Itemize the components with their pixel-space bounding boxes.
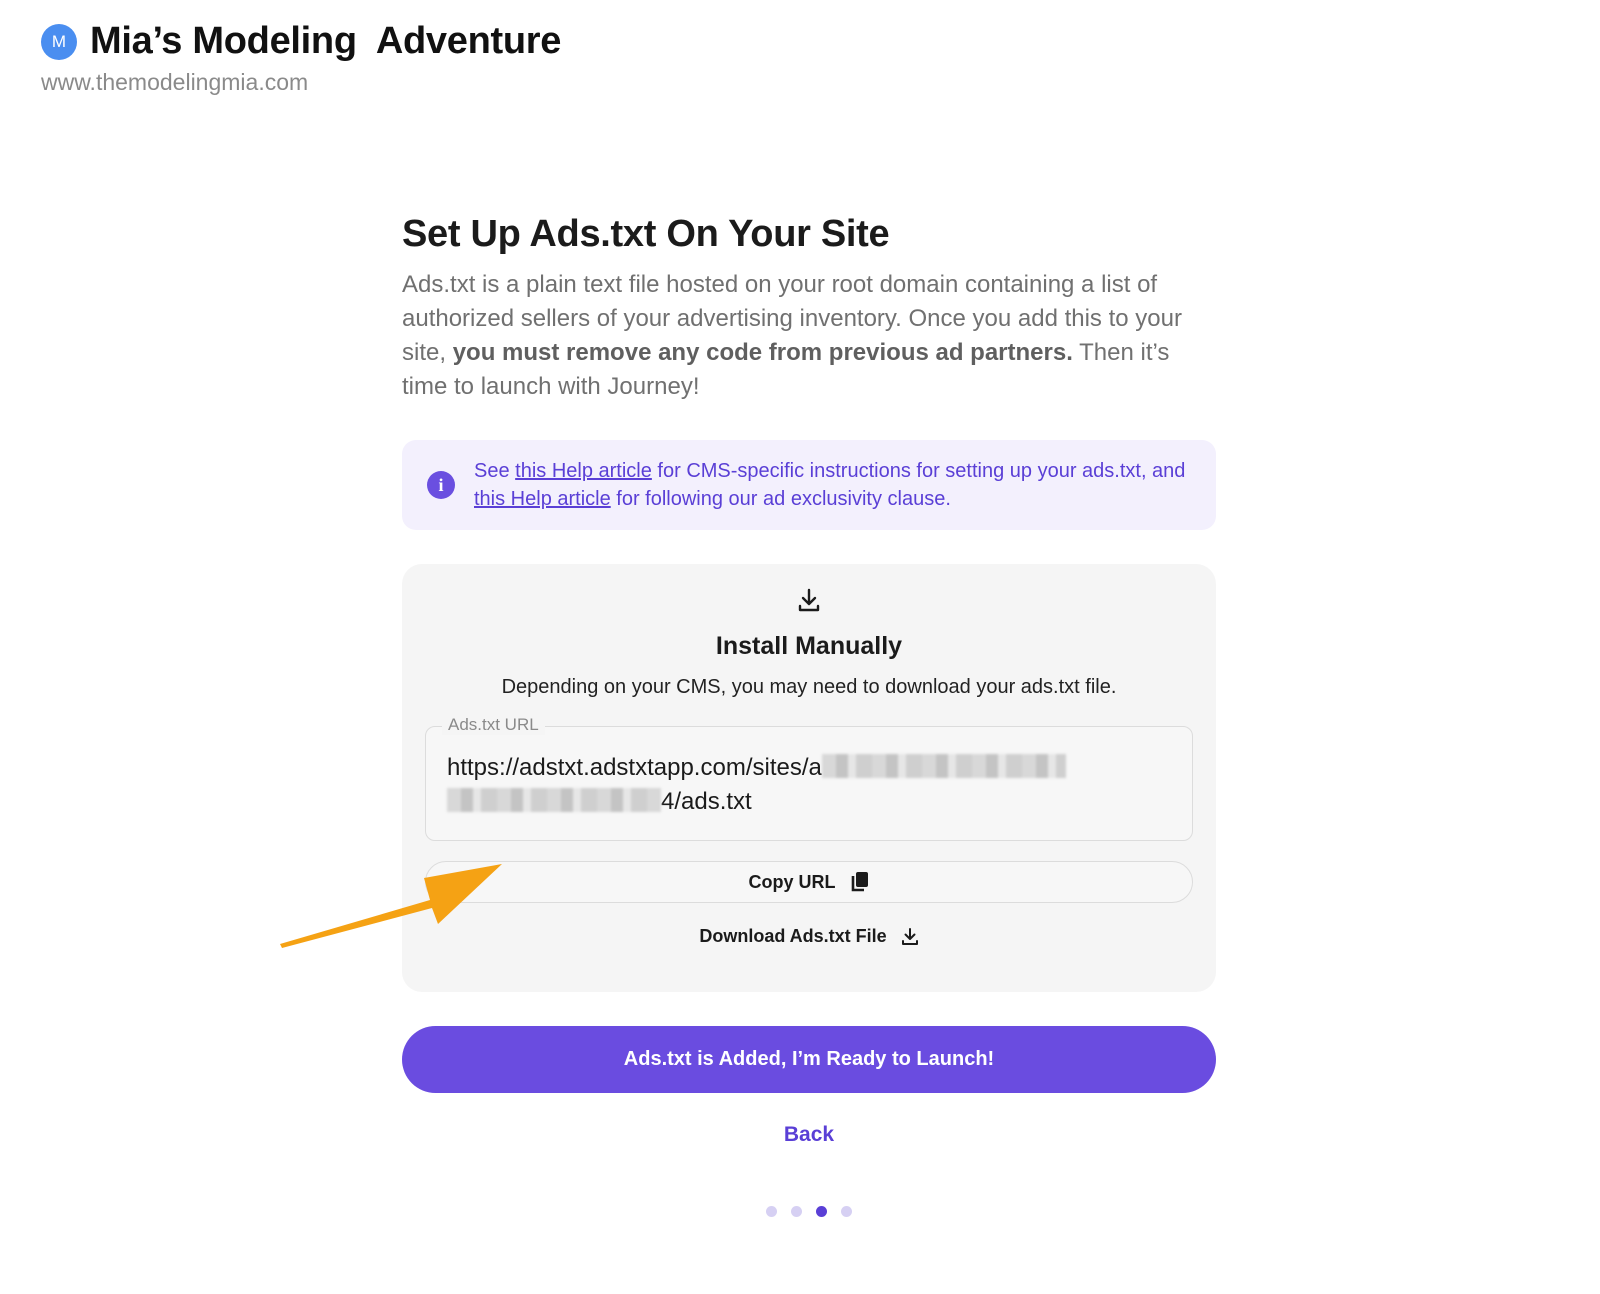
download-ads-txt-button[interactable]: Download Ads.txt File <box>402 926 1216 947</box>
site-url: www.themodelingmia.com <box>41 69 309 95</box>
info-text-end: for following our ad exclusivity clause. <box>610 488 951 510</box>
install-title: Install Manually <box>715 632 903 660</box>
step-indicator <box>766 1206 866 1217</box>
intro-text: Ads.txt is a plain text file hosted on y… <box>402 268 1214 404</box>
download-icon <box>798 588 820 612</box>
ready-to-launch-button[interactable]: Ads.txt is Added, I’m Ready to Launch! <box>402 1026 1216 1093</box>
ads-txt-url-field[interactable]: Ads.txt URL https://adstxt.adstxtapp.com… <box>425 715 1193 841</box>
back-button[interactable]: Back <box>402 1123 1216 1147</box>
redacted-url-segment <box>447 788 661 812</box>
step-dot <box>841 1206 852 1217</box>
copy-url-label: Copy URL <box>748 871 836 892</box>
copy-icon <box>851 872 868 892</box>
redacted-url-segment <box>821 754 1066 778</box>
download-label: Download Ads.txt File <box>699 926 887 946</box>
site-title-row: M Mia’s Modeling Adventure <box>41 20 561 63</box>
info-text-see: See <box>474 460 516 482</box>
info-icon: i <box>427 471 455 499</box>
step-dot <box>791 1206 802 1217</box>
copy-url-button[interactable]: Copy URL <box>425 861 1193 903</box>
url-value[interactable]: https://adstxt.adstxtapp.com/sites/a 4/ad… <box>447 751 1107 819</box>
step-dot <box>766 1206 777 1217</box>
info-text-mid: for CMS-specific instructions for settin… <box>651 460 1186 482</box>
url-prefix: https://adstxt.adstxtapp.com/sites/a <box>447 754 822 781</box>
info-callout: i See this Help article for CMS-specific… <box>402 440 1216 530</box>
info-text: See this Help article for CMS-specific i… <box>474 457 1192 513</box>
intro-bold: you must remove any code from previous a… <box>452 339 1073 366</box>
install-description: Depending on your CMS, you may need to d… <box>501 676 1117 698</box>
download-icon <box>901 927 918 945</box>
help-article-link-exclusivity[interactable]: this Help article <box>474 488 611 510</box>
url-field-label: Ads.txt URL <box>442 715 545 735</box>
setup-panel: Set Up Ads.txt On Your Site Ads.txt is a… <box>402 210 1216 1147</box>
help-article-link-cms[interactable]: this Help article <box>515 460 652 482</box>
site-title: Mia’s Modeling Adventure <box>90 20 562 62</box>
annotation-arrow-icon <box>280 864 502 948</box>
site-header: M Mia’s Modeling Adventure www.themodeli… <box>41 20 561 96</box>
install-manually-card: Install Manually Depending on your CMS, … <box>402 564 1216 992</box>
url-suffix: 4/ads.txt <box>661 788 752 815</box>
avatar: M <box>41 23 77 60</box>
page-title: Set Up Ads.txt On Your Site <box>402 213 890 255</box>
step-dot-current <box>816 1206 827 1217</box>
